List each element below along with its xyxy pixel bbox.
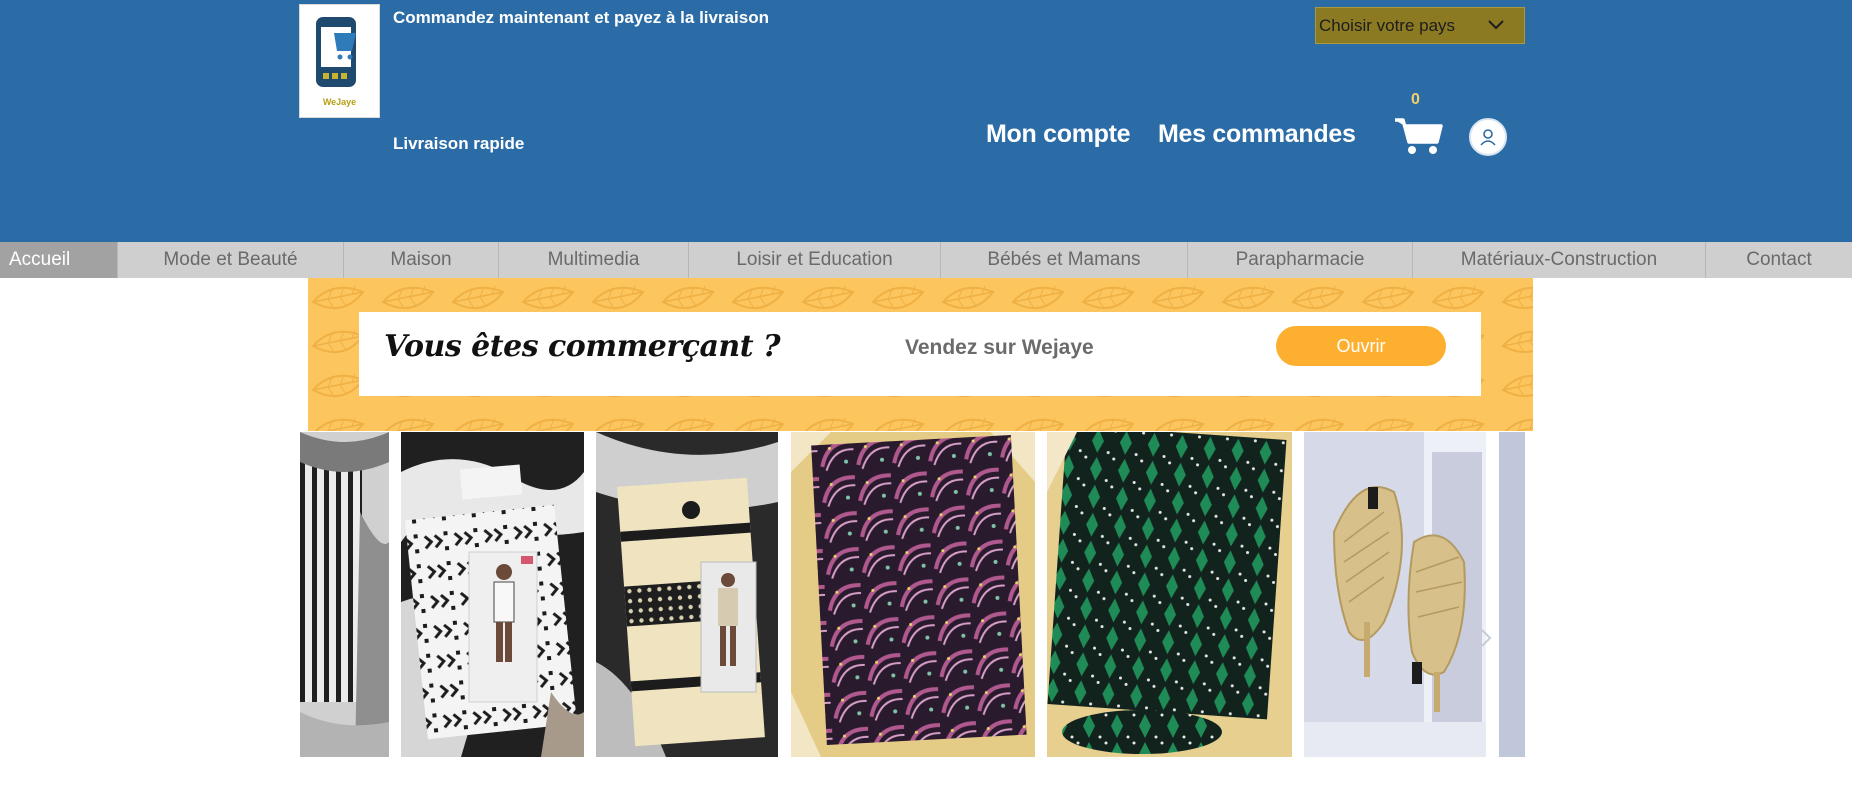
menu-item-accueil[interactable]: Accueil	[0, 242, 118, 278]
gallery-image-striped-fabric[interactable]	[300, 432, 389, 757]
gallery-image-heeled-mules[interactable]	[1304, 432, 1486, 757]
site-header: WeJaye Commandez maintenant et payez à l…	[0, 0, 1852, 242]
promo-subtitle: Vendez sur Wejaye	[905, 336, 1094, 359]
site-logo[interactable]: WeJaye	[299, 4, 380, 118]
main-menu: Accueil Mode et Beauté Maison Multimedia…	[0, 242, 1852, 278]
menu-item-bebes-mamans[interactable]: Bébés et Mamans	[941, 242, 1188, 278]
country-select[interactable]: Choisir votre pays	[1315, 7, 1525, 44]
phone-cart-logo-icon	[316, 17, 356, 87]
delivery-info: Livraison rapide	[393, 134, 525, 153]
menu-item-mode-beaute[interactable]: Mode et Beauté	[118, 242, 344, 278]
shopping-cart-icon[interactable]	[1393, 116, 1443, 156]
gallery-image-green-wax-fabric[interactable]	[1047, 432, 1292, 757]
menu-item-multimedia[interactable]: Multimedia	[499, 242, 689, 278]
menu-item-parapharmacie[interactable]: Parapharmacie	[1188, 242, 1413, 278]
gallery-image-purple-wax-fabric[interactable]	[791, 432, 1035, 757]
logo-wordmark: WeJaye	[322, 97, 357, 107]
gallery-image-cream-print-fabric[interactable]	[596, 432, 778, 757]
country-select-value: Choisir votre pays	[1319, 15, 1456, 35]
my-account-link[interactable]: Mon compte	[986, 120, 1131, 149]
promo-card: Vous êtes commerçant ? Vendez sur Wejaye…	[359, 312, 1481, 396]
menu-item-contact[interactable]: Contact	[1706, 242, 1852, 278]
my-orders-link[interactable]: Mes commandes	[1158, 120, 1356, 149]
header-tagline: Commandez maintenant et payez à la livra…	[393, 8, 770, 27]
user-icon	[1480, 129, 1496, 146]
chevron-right-icon[interactable]	[1480, 628, 1492, 654]
menu-item-loisir-education[interactable]: Loisir et Education	[689, 242, 941, 278]
product-gallery	[300, 432, 1525, 757]
user-avatar-button[interactable]	[1469, 118, 1507, 156]
chevron-down-icon	[1488, 20, 1504, 30]
gallery-image-bogolan-fabric[interactable]	[401, 432, 584, 757]
promo-title: Vous êtes commerçant ?	[384, 329, 781, 364]
gallery-image-next-partial[interactable]	[1499, 432, 1525, 757]
menu-item-maison[interactable]: Maison	[344, 242, 499, 278]
cart-count-badge: 0	[1411, 91, 1420, 108]
menu-item-materiaux-construction[interactable]: Matériaux-Construction	[1413, 242, 1706, 278]
open-shop-button[interactable]: Ouvrir	[1276, 326, 1446, 366]
seller-promo-banner: Vous êtes commerçant ? Vendez sur Wejaye…	[308, 278, 1533, 431]
